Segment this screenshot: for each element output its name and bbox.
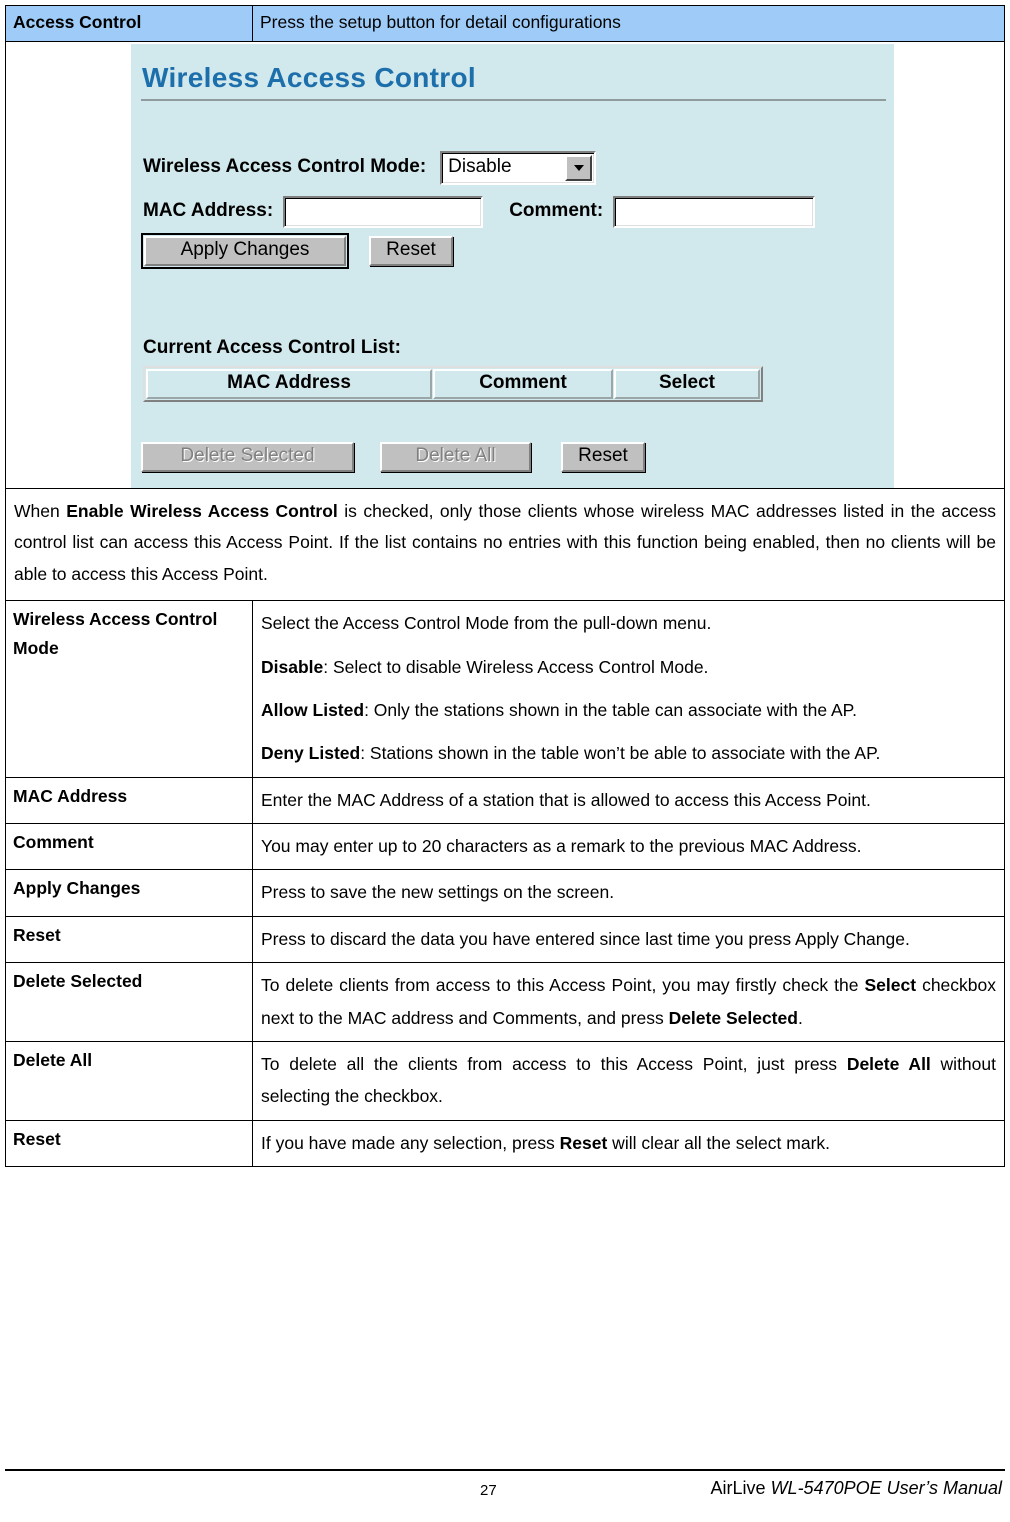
row-desc-apply-changes: Press to save the new settings on the sc… xyxy=(252,869,1005,917)
desc-seg: will clear all the select mark. xyxy=(607,1132,831,1153)
row-label-delete-selected: Delete Selected xyxy=(5,962,253,1042)
form-buttons-row: Apply Changes Reset xyxy=(141,232,453,269)
reset-button-top[interactable]: Reset xyxy=(369,235,453,266)
header-description-cell: Press the setup button for detail config… xyxy=(252,5,1005,42)
manual-footer-text: AirLive WL-5470POE User’s Manual xyxy=(711,1478,1002,1499)
mac-address-input[interactable] xyxy=(283,195,484,228)
table-row: Delete All To delete all the clients fro… xyxy=(5,1040,1005,1121)
header-description: Press the setup button for detail config… xyxy=(260,12,621,32)
desc-term: Allow Listed xyxy=(261,699,365,720)
current-access-control-list-label: Current Access Control List: xyxy=(143,336,401,358)
header-label-cell: Access Control xyxy=(5,5,253,42)
desc-seg-bold: Delete All xyxy=(846,1053,931,1074)
table-row: Wireless Access Control Mode Select the … xyxy=(5,600,1005,778)
comment-input[interactable] xyxy=(613,195,816,228)
desc-paragraph: To delete all the clients from access to… xyxy=(261,1048,996,1113)
desc-paragraph: Press to save the new settings on the sc… xyxy=(261,882,615,903)
row-label-apply-changes: Apply Changes xyxy=(5,869,253,917)
access-control-doc-table: Access Control Press the setup button fo… xyxy=(5,5,1005,1168)
doc-table-body: Access Control Press the setup button fo… xyxy=(5,5,1005,1168)
column-header-comment: Comment xyxy=(433,368,613,399)
table-row: Comment You may enter up to 20 character… xyxy=(5,823,1005,871)
delete-all-button[interactable]: Delete All xyxy=(380,441,531,472)
desc-rest: : Stations shown in the table won’t be a… xyxy=(360,743,881,764)
desc-term: Disable xyxy=(261,656,324,677)
desc-paragraph: To delete clients from access to this Ac… xyxy=(261,969,996,1034)
desc-paragraph: Deny Listed: Stations shown in the table… xyxy=(261,737,996,769)
table-row: Reset Press to discard the data you have… xyxy=(5,915,1005,964)
desc-paragraph: Press to discard the data you have enter… xyxy=(261,928,910,949)
list-buttons-row: Delete Selected Delete All Reset xyxy=(141,441,645,472)
row-desc-delete-selected: To delete clients from access to this Ac… xyxy=(252,962,1005,1042)
table-row: Delete Selected To delete clients from a… xyxy=(5,962,1005,1042)
header-label: Access Control xyxy=(13,12,142,32)
table-row-header: Access Control Press the setup button fo… xyxy=(5,5,1005,42)
column-header-mac-address: MAC Address xyxy=(146,368,432,399)
row-desc-reset-top: Press to discard the data you have enter… xyxy=(252,915,1005,964)
delete-selected-button[interactable]: Delete Selected xyxy=(141,441,354,472)
desc-seg-bold: Select xyxy=(864,975,917,996)
document-page: Access Control Press the setup button fo… xyxy=(0,0,1010,1522)
row-label-wireless-access-control-mode: Wireless Access Control Mode xyxy=(5,600,253,778)
title-divider xyxy=(141,98,886,101)
row-label-delete-all: Delete All xyxy=(5,1040,253,1121)
row-desc-delete-all: To delete all the clients from access to… xyxy=(252,1040,1005,1121)
row-label-comment: Comment xyxy=(5,823,253,871)
apply-changes-button[interactable]: Apply Changes xyxy=(141,232,349,269)
mode-row: Wireless Access Control Mode: Disable xyxy=(143,150,597,185)
row-label-reset-top: Reset xyxy=(5,915,253,964)
column-header-select: Select xyxy=(614,368,760,399)
table-row-screenshot: Wireless Access Control Wireless Access … xyxy=(5,40,1005,489)
desc-paragraph: Enter the MAC Address of a station that … xyxy=(261,789,871,810)
table-row: MAC Address Enter the MAC Address of a s… xyxy=(5,776,1005,825)
desc-seg: To delete all the clients from access to… xyxy=(261,1053,847,1074)
desc-term: Deny Listed xyxy=(261,743,361,764)
brand-name: AirLive xyxy=(710,1478,771,1498)
row-desc-reset-bottom: If you have made any selection, press Re… xyxy=(252,1119,1005,1168)
desc-seg: To delete clients from access to this Ac… xyxy=(261,975,865,996)
intro-text-bold: Enable Wireless Access Control xyxy=(66,500,338,521)
desc-seg-bold: Delete Selected xyxy=(668,1007,798,1028)
desc-paragraph: Disable: Select to disable Wireless Acce… xyxy=(261,651,996,683)
desc-paragraph: Allow Listed: Only the stations shown in… xyxy=(261,694,996,726)
comment-label: Comment: xyxy=(509,200,604,222)
desc-seg-bold: Reset xyxy=(559,1132,608,1153)
row-label-mac-address: MAC Address xyxy=(5,776,253,825)
row-label-reset-bottom: Reset xyxy=(5,1119,253,1168)
reset-button-bottom[interactable]: Reset xyxy=(561,441,645,472)
screenshot-title: Wireless Access Control xyxy=(142,61,476,93)
desc-seg: If you have made any selection, press xyxy=(261,1132,560,1153)
intro-text-a: When xyxy=(14,500,67,521)
table-row: Apply Changes Press to save the new sett… xyxy=(5,869,1005,917)
manual-title: WL-5470POE User’s Manual xyxy=(770,1478,1002,1498)
wireless-access-control-screenshot: Wireless Access Control Wireless Access … xyxy=(131,43,894,488)
mac-comment-row: MAC Address: Comment: xyxy=(143,195,816,228)
row-desc-comment: You may enter up to 20 characters as a r… xyxy=(252,823,1005,871)
access-control-list-table: MAC Address Comment Select xyxy=(143,365,763,402)
row-desc-mac-address: Enter the MAC Address of a station that … xyxy=(252,776,1005,825)
desc-rest: : Select to disable Wireless Access Cont… xyxy=(323,656,709,677)
table-row-intro: When Enable Wireless Access Control is c… xyxy=(5,487,1005,602)
table-row: Reset If you have made any selection, pr… xyxy=(5,1119,1005,1168)
desc-paragraph: If you have made any selection, press Re… xyxy=(261,1127,996,1159)
access-control-mode-value: Disable xyxy=(448,156,512,178)
mode-label: Wireless Access Control Mode: xyxy=(143,156,427,178)
desc-rest: : Only the stations shown in the table c… xyxy=(364,699,857,720)
footer-divider xyxy=(5,1469,1005,1471)
page-number: 27 xyxy=(480,1482,497,1499)
mac-address-label: MAC Address: xyxy=(143,200,274,222)
screenshot-cell: Wireless Access Control Wireless Access … xyxy=(5,40,1005,489)
desc-paragraph: You may enter up to 20 characters as a r… xyxy=(261,836,862,857)
desc-seg: . xyxy=(797,1007,803,1028)
desc-paragraph: Select the Access Control Mode from the … xyxy=(261,613,712,634)
access-control-mode-select[interactable]: Disable xyxy=(440,150,597,185)
row-desc-wireless-access-control-mode: Select the Access Control Mode from the … xyxy=(252,600,1005,778)
intro-paragraph-cell: When Enable Wireless Access Control is c… xyxy=(5,487,1005,602)
chevron-down-icon[interactable] xyxy=(565,154,593,181)
